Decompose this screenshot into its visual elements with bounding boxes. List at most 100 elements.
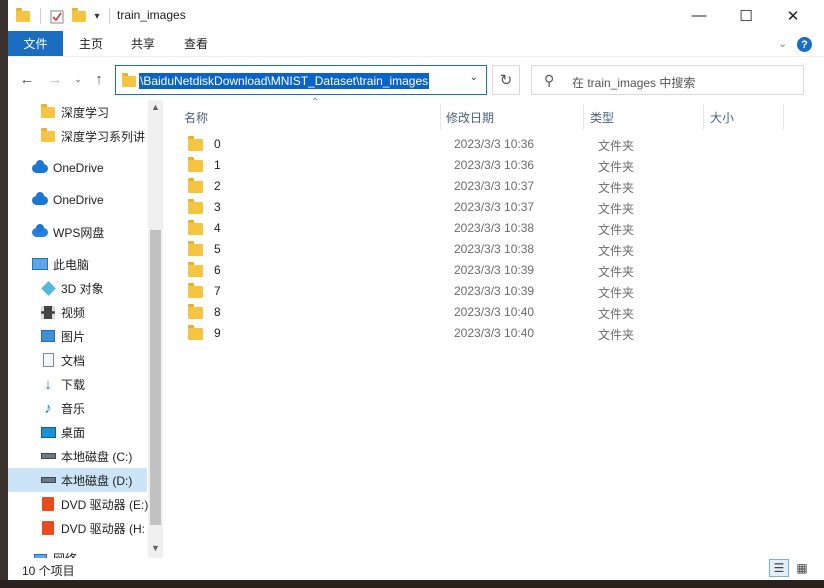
folder-icon [188, 283, 203, 298]
table-row[interactable]: 6 2023/3/3 10:39 文件夹 [181, 260, 821, 281]
large-icons-view-icon[interactable]: ▦ [792, 559, 812, 577]
scrollbar-thumb[interactable] [150, 230, 161, 525]
search-input[interactable]: 在 train_images 中搜索 [572, 74, 695, 91]
sidebar-item-label: 下载 [61, 377, 86, 392]
address-path[interactable]: \BaiduNetdiskDownload\MNIST_Dataset\trai… [139, 73, 430, 89]
column-divider[interactable] [703, 104, 704, 130]
sidebar-item-downloads[interactable]: ↓ 下载 [8, 372, 147, 396]
column-header-name[interactable]: 名称 [184, 105, 208, 129]
column-divider[interactable] [783, 104, 784, 130]
file-name: 3 [214, 200, 221, 214]
sidebar-item-label: 本地磁盘 (D:) [61, 473, 133, 488]
recent-locations-icon[interactable]: ⌄ [72, 69, 84, 89]
table-row[interactable]: 0 2023/3/3 10:36 文件夹 [181, 134, 821, 155]
table-row[interactable]: 3 2023/3/3 10:37 文件夹 [181, 197, 821, 218]
desktop-background-bottom [0, 580, 824, 588]
tab-home[interactable]: 主页 [71, 31, 111, 56]
column-header-size[interactable]: 大小 [710, 105, 734, 129]
folder-icon [40, 103, 56, 120]
table-row[interactable]: 9 2023/3/3 10:40 文件夹 [181, 323, 821, 344]
pictures-icon [40, 328, 56, 344]
file-name: 1 [214, 158, 221, 172]
new-folder-icon[interactable] [70, 7, 88, 25]
sidebar-item-deep-learning[interactable]: 深度学习 [8, 100, 147, 124]
sidebar-item-label: 本地磁盘 (C:) [61, 449, 133, 464]
properties-icon[interactable] [48, 7, 66, 25]
sidebar-item-onedrive-2[interactable]: OneDrive [8, 188, 147, 212]
folder-icon [122, 73, 136, 87]
chevron-down-icon[interactable]: ⌄ [778, 37, 787, 50]
customize-toolbar-icon[interactable]: ▾ [90, 7, 104, 25]
sidebar-item-drive-d[interactable]: 本地磁盘 (D:) [8, 468, 147, 492]
file-date: 2023/3/3 10:38 [454, 242, 535, 256]
address-dropdown-icon[interactable]: ⌄ [470, 72, 478, 83]
sidebar-item-label: 网络 [53, 550, 77, 559]
details-view-icon[interactable]: ☰ [769, 559, 789, 577]
sidebar-item-dvd-e[interactable]: DVD 驱动器 (E:) [8, 492, 148, 516]
sidebar-item-3d-objects[interactable]: 3D 对象 [8, 276, 147, 300]
table-row[interactable]: 4 2023/3/3 10:38 文件夹 [181, 218, 821, 239]
search-box[interactable]: ⚲ 在 train_images 中搜索 [531, 65, 804, 95]
music-icon: ♪ [44, 399, 52, 417]
table-row[interactable]: 1 2023/3/3 10:36 文件夹 [181, 155, 821, 176]
video-icon [40, 304, 56, 320]
table-row[interactable]: 7 2023/3/3 10:39 文件夹 [181, 281, 821, 302]
sidebar-item-wps-cloud[interactable]: WPS网盘 [8, 220, 147, 244]
sidebar-item-label: OneDrive [53, 193, 104, 207]
sidebar-item-desktop[interactable]: 桌面 [8, 420, 147, 444]
folder-icon [188, 304, 203, 319]
file-type: 文件夹 [598, 202, 635, 216]
refresh-button[interactable]: ↻ [492, 65, 520, 95]
back-arrow-icon[interactable]: ← [18, 69, 36, 89]
sidebar-item-dvd-h[interactable]: DVD 驱动器 (H: [8, 516, 147, 540]
sidebar-item-network[interactable]: 网络 [8, 546, 147, 558]
column-header-type[interactable]: 类型 [590, 105, 614, 129]
sidebar-item-drive-c[interactable]: 本地磁盘 (C:) [8, 444, 147, 468]
3d-objects-icon [40, 280, 56, 296]
title-bar: ▾ train_images — ☐ ✕ [8, 0, 824, 31]
scroll-down-icon[interactable]: ▼ [148, 541, 163, 555]
column-divider[interactable] [583, 104, 584, 130]
table-row[interactable]: 8 2023/3/3 10:40 文件夹 [181, 302, 821, 323]
item-count: 10 个项目 [22, 564, 75, 578]
file-name: 4 [214, 221, 221, 235]
scroll-up-icon[interactable]: ▲ [148, 100, 163, 114]
forward-arrow-icon[interactable]: → [46, 69, 64, 89]
address-bar[interactable]: \BaiduNetdiskDownload\MNIST_Dataset\trai… [115, 65, 487, 95]
file-list: ⌃ 名称 修改日期 类型 大小 0 2023/3/3 10:36 文件夹 1 2… [163, 97, 824, 558]
sidebar-item-label: 图片 [61, 329, 86, 344]
file-name: 2 [214, 179, 221, 193]
folder-icon [188, 325, 203, 340]
file-date: 2023/3/3 10:39 [454, 284, 535, 298]
sidebar-item-deep-learning-series[interactable]: 深度学习系列讲 [8, 124, 147, 148]
sidebar-item-this-pc[interactable]: 此电脑 [8, 252, 147, 276]
maximize-button[interactable]: ☐ [723, 0, 769, 31]
column-header-date[interactable]: 修改日期 [446, 105, 494, 129]
close-button[interactable]: ✕ [770, 0, 816, 31]
folder-icon [188, 199, 203, 214]
sidebar-item-documents[interactable]: 文档 [8, 348, 147, 372]
file-type: 文件夹 [598, 160, 635, 174]
table-row[interactable]: 5 2023/3/3 10:38 文件夹 [181, 239, 821, 260]
file-date: 2023/3/3 10:36 [454, 158, 535, 172]
folder-icon [188, 220, 203, 235]
tab-file[interactable]: 文件 [8, 31, 63, 56]
file-name: 8 [214, 305, 221, 319]
sidebar-item-videos[interactable]: 视频 [8, 300, 147, 324]
table-row[interactable]: 2 2023/3/3 10:37 文件夹 [181, 176, 821, 197]
sidebar-item-pictures[interactable]: 图片 [8, 324, 147, 348]
nav-scrollbar[interactable]: ▲ ▼ [148, 100, 163, 558]
file-type: 文件夹 [598, 286, 635, 300]
sidebar-item-onedrive[interactable]: OneDrive [8, 156, 147, 180]
folder-icon [14, 7, 32, 25]
tab-view[interactable]: 查看 [176, 31, 216, 56]
ribbon-tabs: 文件 主页 共享 查看 ⌄ ? [8, 31, 824, 56]
column-divider[interactable] [440, 104, 441, 130]
tab-share[interactable]: 共享 [123, 31, 163, 56]
up-arrow-icon[interactable]: ↑ [91, 69, 107, 89]
sidebar-item-label: 此电脑 [53, 257, 90, 272]
sidebar-item-music[interactable]: ♪ 音乐 [8, 396, 147, 420]
help-icon[interactable]: ? [797, 37, 812, 52]
folder-icon [40, 127, 56, 144]
minimize-button[interactable]: — [676, 0, 722, 31]
